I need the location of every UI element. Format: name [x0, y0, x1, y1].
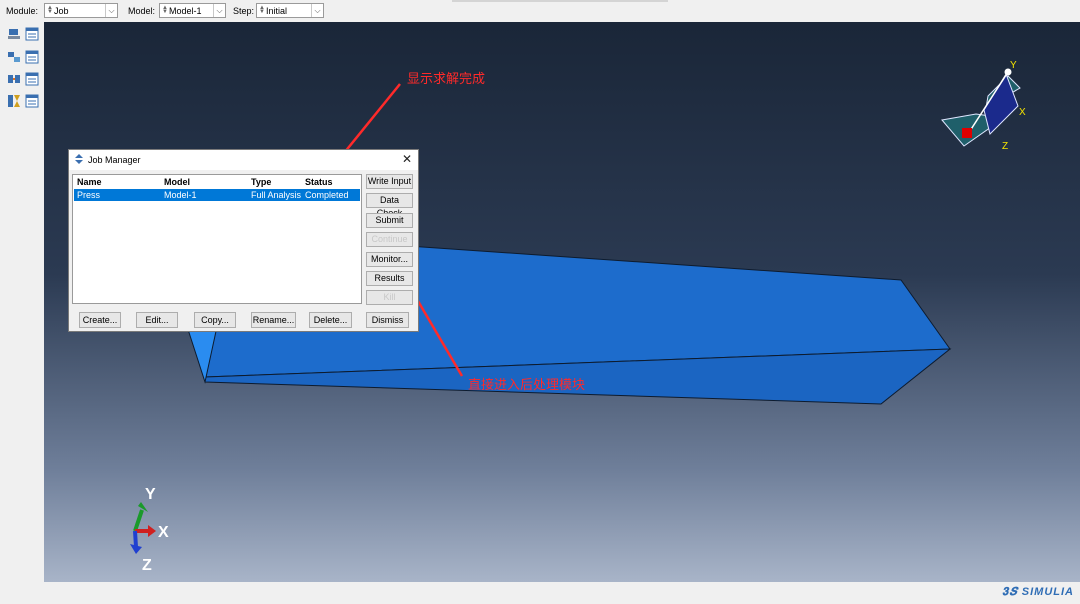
- delete-button[interactable]: Delete...: [309, 312, 352, 328]
- brand-name: SIMULIA: [1021, 586, 1074, 598]
- submit-button[interactable]: Submit: [366, 213, 413, 228]
- model-combo[interactable]: ▲ ▼ Model-1 ⌵: [159, 3, 226, 18]
- triad-small-z-label: Z: [1002, 141, 1008, 152]
- dismiss-button[interactable]: Dismiss: [366, 312, 409, 328]
- step-label: Step:: [233, 6, 255, 16]
- create-button[interactable]: Create...: [79, 312, 121, 328]
- chevron-down-icon[interactable]: ⌵: [213, 4, 225, 17]
- divider: [452, 0, 668, 2]
- column-header-name[interactable]: Name: [77, 177, 102, 187]
- column-header-type[interactable]: Type: [251, 177, 271, 187]
- close-icon[interactable]: ✕: [402, 152, 412, 166]
- simulia-logo: 𝟑𝑺 SIMULIA: [1002, 586, 1074, 599]
- step-combo[interactable]: ▲ ▼ Initial ⌵: [256, 3, 324, 18]
- column-header-model[interactable]: Model: [164, 177, 190, 187]
- annotation-completed: 显示求解完成: [407, 71, 486, 86]
- results-button[interactable]: Results: [366, 271, 413, 286]
- column-header-status[interactable]: Status: [305, 177, 333, 187]
- dialog-title-bar[interactable]: Job Manager ✕: [69, 150, 418, 170]
- ds-logo-icon: 𝟑𝑺: [1002, 586, 1022, 598]
- triad-small-y-label: Y: [1010, 60, 1017, 71]
- model-label: Model:: [128, 6, 156, 16]
- status-bar: 𝟑𝑺 SIMULIA: [0, 582, 1080, 604]
- module-combo[interactable]: ▲ ▼ Job ⌵: [44, 3, 118, 18]
- continue-button: Continue: [366, 232, 413, 247]
- module-value: Job: [54, 6, 69, 16]
- adaptivity-manager-icon[interactable]: [25, 50, 39, 64]
- job-manager-icon[interactable]: [25, 27, 39, 41]
- triad-large-z-label: Z: [142, 557, 152, 574]
- module-label: Module:: [6, 6, 39, 16]
- global-axis-triad: Y X Z: [130, 486, 169, 574]
- dialog-title: Job Manager: [88, 155, 141, 165]
- spin-icon: ▲ ▼: [162, 5, 168, 15]
- job-manager-icon: [74, 154, 84, 164]
- spin-icon: ▲ ▼: [259, 5, 265, 15]
- rename-button[interactable]: Rename...: [251, 312, 296, 328]
- job-list[interactable]: Name Model Type Status Press Model-1 Ful…: [72, 174, 362, 304]
- copy-button[interactable]: Copy...: [194, 312, 236, 328]
- triad-large-y-label: Y: [145, 486, 156, 503]
- optimization-create-icon[interactable]: [7, 94, 21, 108]
- job-create-icon[interactable]: [7, 27, 21, 41]
- model-value: Model-1: [169, 6, 202, 16]
- spin-icon: ▲ ▼: [47, 5, 53, 15]
- optimization-manager-icon[interactable]: [25, 94, 39, 108]
- triad-large-x-label: X: [158, 524, 169, 541]
- adaptivity-create-icon[interactable]: [7, 50, 21, 64]
- job-type-cell: Full Analysis: [251, 190, 302, 200]
- edit-button[interactable]: Edit...: [136, 312, 178, 328]
- step-value: Initial: [266, 6, 288, 16]
- job-manager-dialog: Job Manager ✕ Name Model Type Status Pre…: [68, 149, 419, 332]
- triad-small-x-label: X: [1019, 107, 1026, 118]
- toolbox: [0, 22, 44, 582]
- context-bar: Module: ▲ ▼ Job ⌵ Model: ▲ ▼ Model-1 ⌵ Ste…: [0, 0, 1080, 22]
- data-check-button[interactable]: Data Check: [366, 193, 413, 218]
- write-input-button[interactable]: Write Input: [366, 174, 413, 189]
- kill-button: Kill: [366, 290, 413, 305]
- job-name-cell: Press: [77, 190, 101, 200]
- job-model-cell: Model-1: [164, 190, 197, 200]
- co-execution-manager-icon[interactable]: [25, 72, 39, 86]
- annotation-results: 直接进入后处理模块: [468, 377, 586, 392]
- co-execution-create-icon[interactable]: [7, 72, 21, 86]
- chevron-down-icon[interactable]: ⌵: [105, 4, 117, 17]
- job-status-cell: Completed: [305, 190, 349, 200]
- monitor-button[interactable]: Monitor...: [366, 252, 413, 267]
- view-orientation-triad[interactable]: Y X Z: [941, 60, 1026, 152]
- table-row[interactable]: Press Model-1 Full Analysis Completed: [74, 189, 360, 201]
- chevron-down-icon[interactable]: ⌵: [311, 4, 323, 17]
